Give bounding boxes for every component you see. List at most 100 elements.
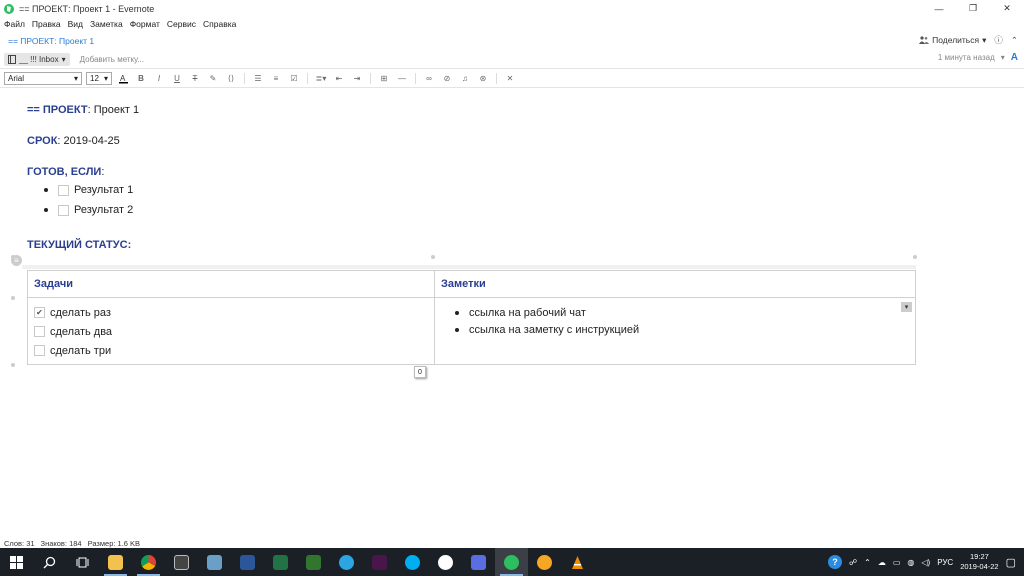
highlight-button[interactable]: ✎ bbox=[206, 71, 220, 85]
taskbar-telegram[interactable] bbox=[330, 548, 363, 576]
person-icon[interactable]: ☍ bbox=[849, 558, 857, 567]
task-checkbox-checked[interactable]: ✔ bbox=[34, 307, 45, 318]
taskbar-explorer[interactable] bbox=[99, 548, 132, 576]
language-indicator[interactable]: РУС bbox=[937, 558, 953, 567]
result-text: Результат 2 bbox=[74, 204, 134, 216]
note-link-text[interactable]: ссылка на заметку с инструкцией bbox=[469, 324, 639, 336]
clock[interactable]: 19:27 2019-04-22 bbox=[960, 552, 998, 572]
strikethrough-button[interactable]: T bbox=[188, 71, 202, 85]
underline-icon: U bbox=[174, 73, 180, 83]
browser-icon bbox=[537, 554, 552, 570]
task-checkbox[interactable] bbox=[34, 326, 45, 337]
table-row-handle-bar[interactable] bbox=[22, 265, 916, 269]
numbered-list-button[interactable]: ≡ bbox=[269, 71, 283, 85]
code-button[interactable]: ⟨⟩ bbox=[224, 71, 238, 85]
calculator-icon bbox=[174, 554, 189, 570]
menu-view[interactable]: Вид bbox=[68, 19, 83, 29]
font-color-button[interactable]: A bbox=[116, 71, 130, 85]
bold-button[interactable]: B bbox=[134, 71, 148, 85]
horizontal-rule-icon: — bbox=[398, 73, 406, 83]
clear-format-button[interactable]: ✕ bbox=[503, 71, 517, 85]
table-header-notes[interactable]: Заметки bbox=[435, 271, 915, 297]
align-left-icon: ≣▾ bbox=[315, 73, 327, 83]
chevron-up-icon[interactable]: ⌃ bbox=[864, 558, 871, 567]
table-header-tasks[interactable]: Задачи bbox=[28, 271, 435, 297]
outdent-button[interactable]: ⇤ bbox=[332, 71, 346, 85]
search-button[interactable] bbox=[33, 548, 66, 576]
start-button[interactable] bbox=[0, 548, 33, 576]
indent-button[interactable]: ⇥ bbox=[350, 71, 364, 85]
menu-note[interactable]: Заметка bbox=[90, 19, 123, 29]
table-resize-handle[interactable] bbox=[431, 255, 435, 259]
updated-label[interactable]: 1 минута назад bbox=[938, 53, 995, 62]
battery-icon[interactable]: ▭ bbox=[893, 558, 901, 567]
taskbar-evernote[interactable] bbox=[495, 548, 528, 576]
share-button[interactable]: Поделиться ▾ bbox=[919, 35, 986, 46]
task-view-button[interactable] bbox=[66, 548, 99, 576]
task-item: сделать два bbox=[28, 322, 434, 341]
encrypt-button[interactable]: ⊛ bbox=[476, 71, 490, 85]
network-icon[interactable]: ◍ bbox=[907, 558, 914, 567]
italic-button[interactable]: I bbox=[152, 71, 166, 85]
horizontal-rule-button[interactable]: — bbox=[395, 71, 409, 85]
checkbox-button[interactable]: ☑ bbox=[287, 71, 301, 85]
taskbar-slack[interactable] bbox=[363, 548, 396, 576]
deadline-value: : 2019-04-25 bbox=[57, 135, 120, 147]
table-button[interactable]: ⊞ bbox=[377, 71, 391, 85]
minimize-button[interactable]: — bbox=[922, 0, 956, 17]
attach-button[interactable]: ⊘ bbox=[440, 71, 454, 85]
menu-format[interactable]: Формат bbox=[130, 19, 160, 29]
taskbar-project[interactable] bbox=[297, 548, 330, 576]
font-family-select[interactable]: Arial ▾ bbox=[4, 71, 82, 85]
taskbar-notes[interactable] bbox=[198, 548, 231, 576]
taskbar-word[interactable] bbox=[231, 548, 264, 576]
taskbar-excel[interactable] bbox=[264, 548, 297, 576]
menu-edit[interactable]: Правка bbox=[32, 19, 61, 29]
task-checkbox[interactable] bbox=[34, 345, 45, 356]
taskbar-chrome[interactable] bbox=[132, 548, 165, 576]
notebook-selector[interactable]: __ !!! Inbox ▾ bbox=[4, 52, 70, 66]
info-icon[interactable]: ⓘ bbox=[994, 34, 1003, 46]
maximize-button[interactable]: ❐ bbox=[956, 0, 990, 17]
taskbar-vlc[interactable] bbox=[561, 548, 594, 576]
share-label: Поделиться bbox=[932, 35, 980, 45]
help-icon[interactable]: ? bbox=[828, 555, 842, 569]
count-badge[interactable]: 0 bbox=[414, 366, 426, 378]
link-button[interactable]: ∞ bbox=[422, 71, 436, 85]
taskbar-app-c[interactable] bbox=[462, 548, 495, 576]
font-icon[interactable]: A bbox=[1011, 52, 1018, 63]
bullet-list-button[interactable]: ☰ bbox=[251, 71, 265, 85]
task-text: сделать три bbox=[50, 344, 112, 357]
task-view-icon bbox=[76, 557, 89, 567]
taskbar-app-g[interactable] bbox=[429, 548, 462, 576]
menu-file[interactable]: Файл bbox=[4, 19, 25, 29]
note-title-breadcrumb[interactable]: == ПРОЕКТ: Проект 1 bbox=[8, 36, 94, 46]
taskbar-skype[interactable] bbox=[396, 548, 429, 576]
cloud-icon[interactable]: ☁ bbox=[878, 558, 886, 567]
align-button[interactable]: ≣▾ bbox=[314, 71, 328, 85]
table-resize-handle[interactable] bbox=[913, 255, 917, 259]
row-resize-handle[interactable] bbox=[11, 296, 15, 300]
underline-button[interactable]: U bbox=[170, 71, 184, 85]
menu-tools[interactable]: Сервис bbox=[167, 19, 196, 29]
close-button[interactable]: ✕ bbox=[990, 0, 1024, 17]
taskbar-browser[interactable] bbox=[528, 548, 561, 576]
result-checkbox[interactable] bbox=[58, 204, 69, 216]
result-checkbox[interactable] bbox=[58, 184, 69, 196]
row-resize-handle[interactable] bbox=[11, 363, 15, 367]
note-link-text[interactable]: ссылка на рабочий чат bbox=[469, 307, 586, 319]
volume-icon[interactable]: ◁) bbox=[921, 558, 930, 567]
add-tag-input[interactable]: Добавить метку... bbox=[80, 55, 144, 64]
menu-help[interactable]: Справка bbox=[203, 19, 236, 29]
microphone-icon: ♫ bbox=[462, 73, 468, 83]
note-editor[interactable]: == ПРОЕКТ: Проект 1 СРОК: 2019-04-25 ГОТ… bbox=[0, 93, 1024, 533]
tasks-cell[interactable]: ✔ сделать раз сделать два сделать три bbox=[28, 298, 435, 364]
table-menu-button[interactable]: ≡ bbox=[11, 255, 22, 266]
cell-menu-button[interactable]: ▾ bbox=[901, 302, 912, 312]
font-size-select[interactable]: 12 ▾ bbox=[86, 71, 112, 85]
record-button[interactable]: ♫ bbox=[458, 71, 472, 85]
notifications-icon[interactable]: ▢ bbox=[1006, 556, 1016, 569]
taskbar-calculator[interactable] bbox=[165, 548, 198, 576]
collapse-icon[interactable]: ⌃ bbox=[1011, 35, 1018, 46]
notes-cell[interactable]: ссылка на рабочий чат ссылка на заметку … bbox=[435, 298, 915, 364]
